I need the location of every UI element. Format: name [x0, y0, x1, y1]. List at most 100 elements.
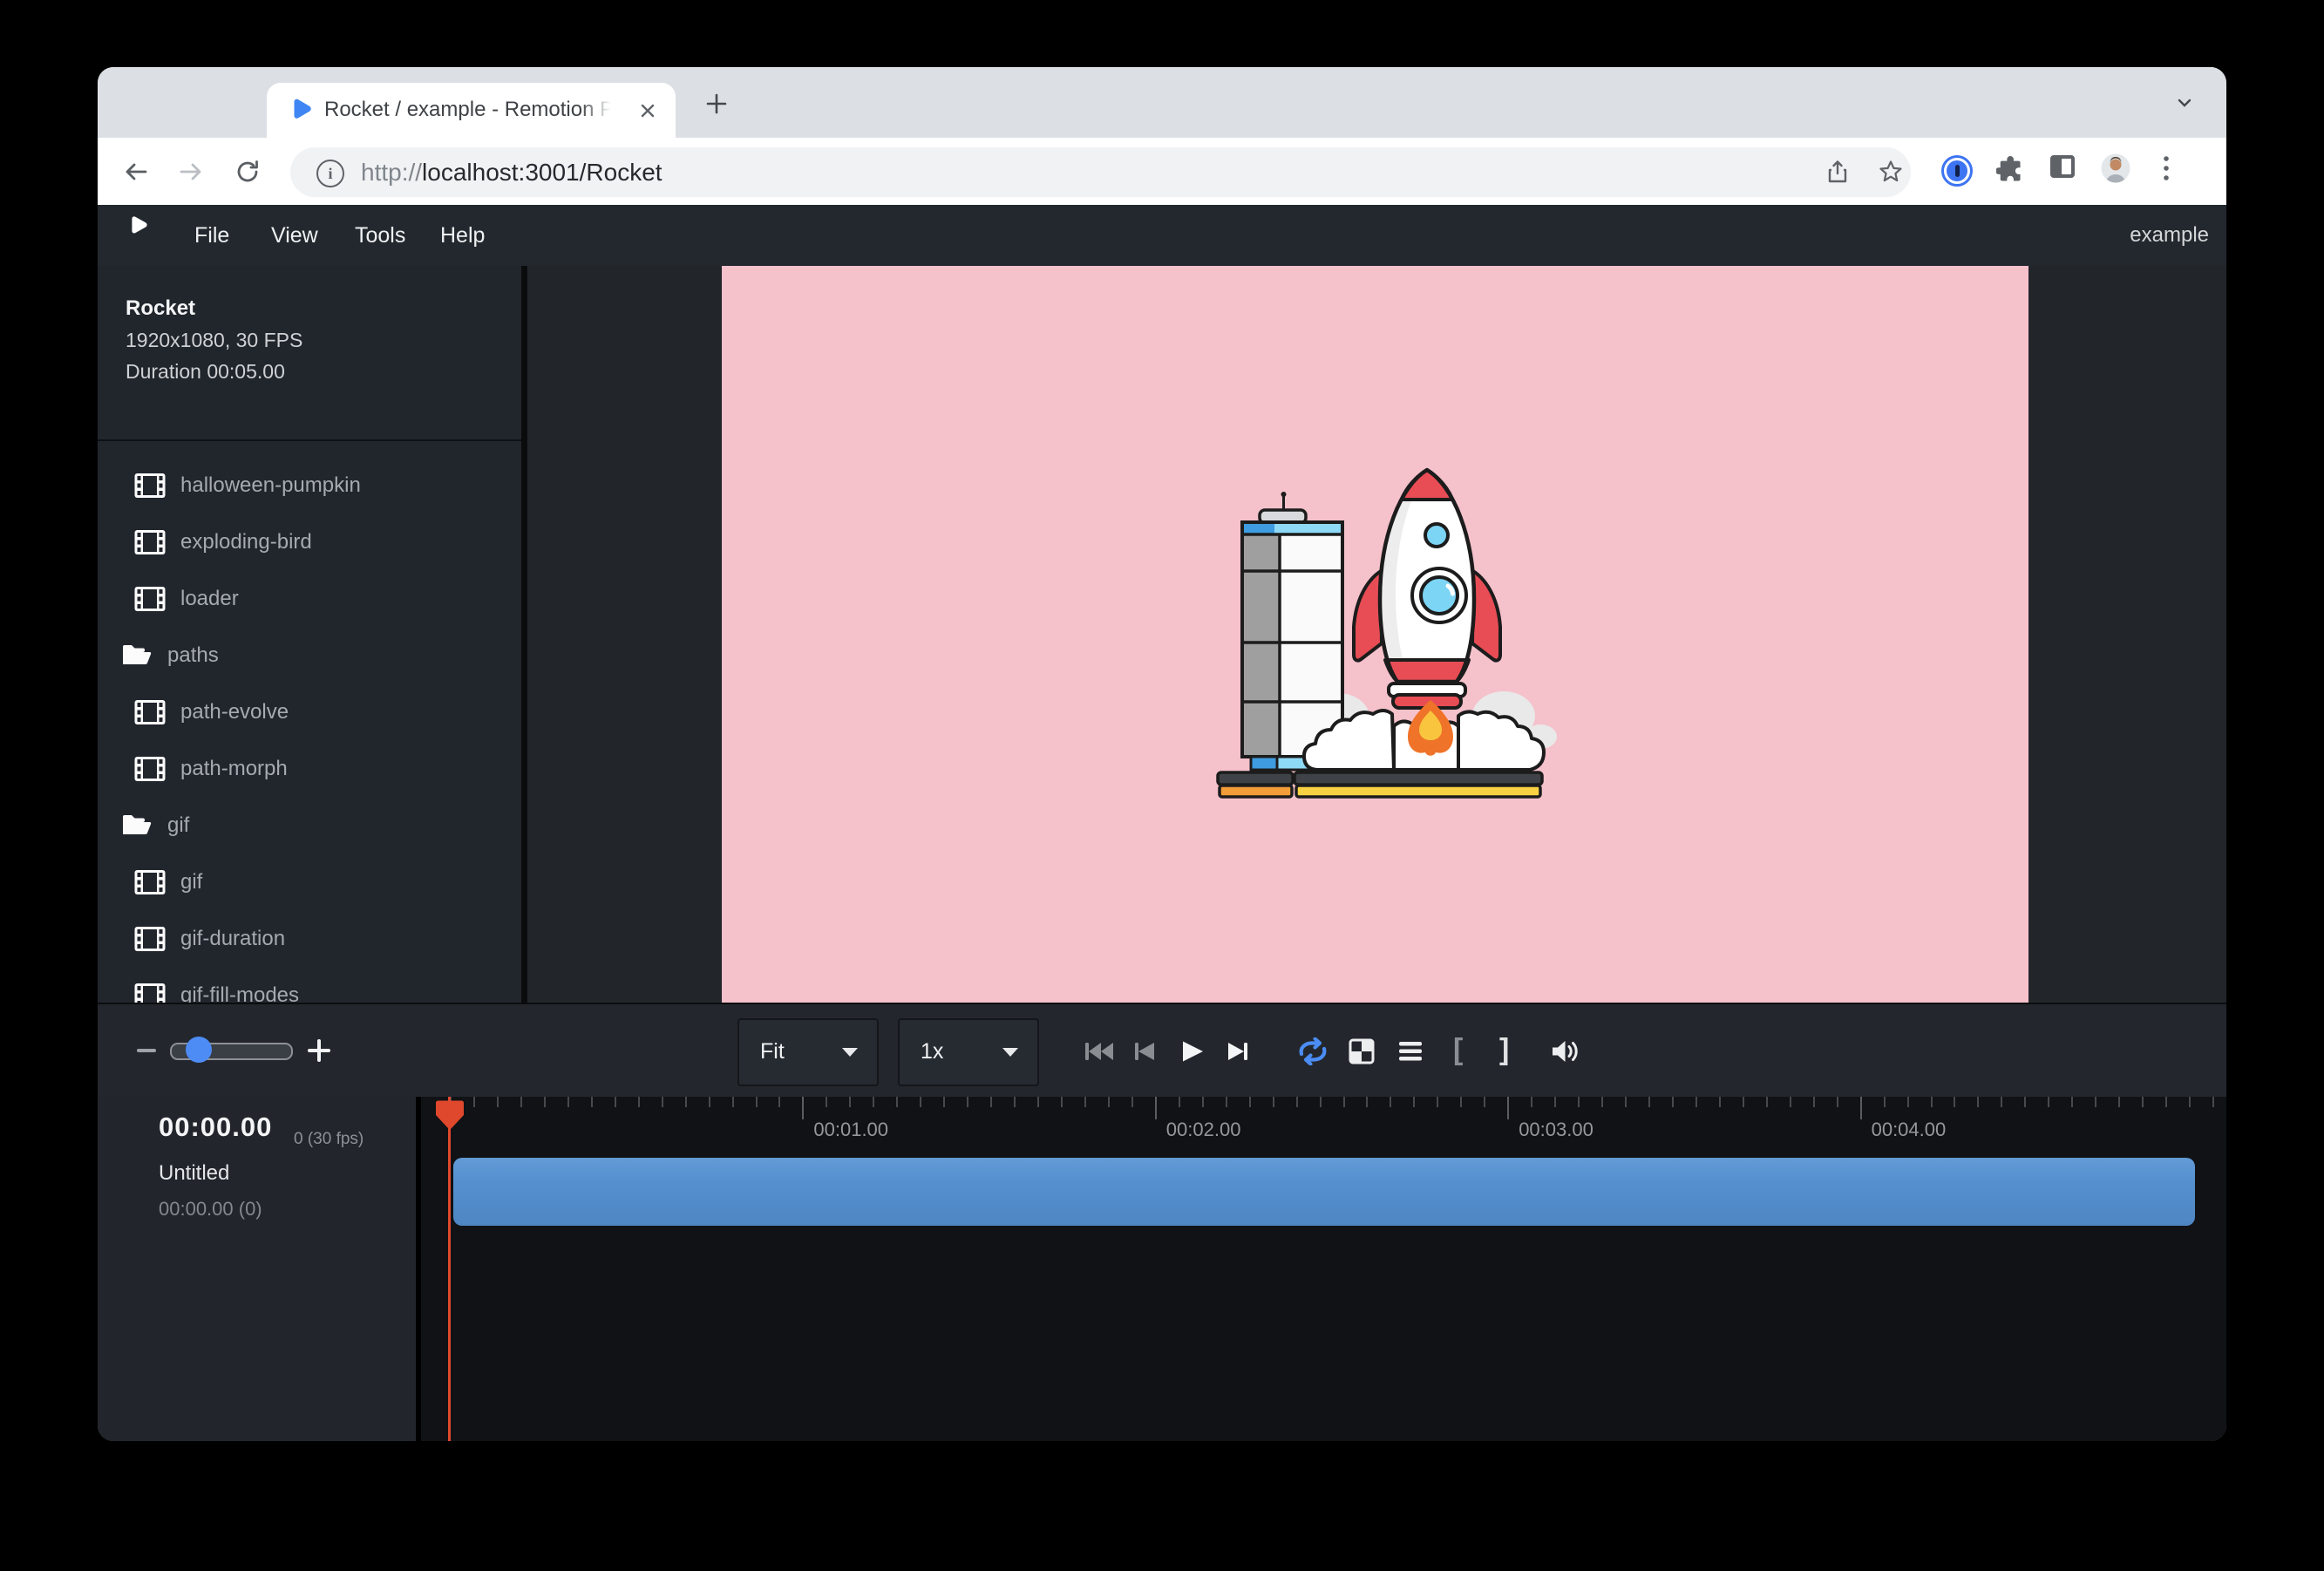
back-icon[interactable]: [123, 159, 149, 185]
remotion-favicon: [288, 97, 314, 123]
forward-icon[interactable]: [178, 159, 204, 185]
ruler-minor-tick: [826, 1097, 827, 1107]
ruler-minor-tick: [1766, 1097, 1768, 1107]
next-frame-icon[interactable]: [1227, 1039, 1249, 1064]
ruler-minor-tick: [990, 1097, 992, 1107]
zoom-slider-knob[interactable]: [186, 1037, 212, 1063]
address-bar[interactable]: i http://localhost:3001/Rocket: [290, 147, 1911, 197]
ruler-major-tick: [1507, 1097, 1509, 1119]
ruler-minor-tick: [2024, 1097, 2026, 1107]
sidebar-item-halloween-pumpkin[interactable]: halloween-pumpkin: [98, 457, 521, 513]
ruler-minor-tick: [1743, 1097, 1744, 1107]
film-icon: [133, 472, 166, 500]
ruler-minor-tick: [1695, 1097, 1697, 1107]
sidebar-item-gif-duration[interactable]: gif-duration: [98, 910, 521, 967]
extensions-puzzle-icon[interactable]: [1996, 155, 2024, 183]
menu-help[interactable]: Help: [428, 205, 497, 266]
onepassword-extension-icon[interactable]: [1941, 155, 1973, 187]
browser-menu-dots-icon[interactable]: [2162, 153, 2171, 183]
ruler-minor-tick: [2118, 1097, 2120, 1107]
reload-icon[interactable]: [234, 159, 261, 185]
skip-to-start-icon[interactable]: [1084, 1039, 1115, 1064]
sidebar-item-loader[interactable]: loader: [98, 570, 521, 627]
sidebar-item-path-morph[interactable]: path-morph: [98, 740, 521, 797]
ruler-minor-tick: [1037, 1097, 1039, 1107]
timeline-ruler[interactable]: 00:01.0000:02.0000:03.0000:04.00: [421, 1097, 2226, 1149]
timeline-tracks-area[interactable]: 00:01.0000:02.0000:03.0000:04.00: [421, 1097, 2226, 1441]
menu-view[interactable]: View: [259, 205, 330, 266]
speed-dropdown[interactable]: 1x: [898, 1018, 1039, 1086]
in-point-button[interactable]: [: [1453, 1004, 1463, 1098]
sidebar-item-gif[interactable]: gif: [98, 854, 521, 910]
film-icon: [133, 528, 166, 556]
tab-close-icon[interactable]: [638, 101, 657, 120]
loop-icon[interactable]: [1295, 1037, 1331, 1065]
ruler-minor-tick: [1672, 1097, 1674, 1107]
ruler-minor-tick: [1884, 1097, 1886, 1107]
ruler-minor-tick: [1484, 1097, 1485, 1107]
ruler-minor-tick: [778, 1097, 780, 1107]
ruler-minor-tick: [1437, 1097, 1438, 1107]
ruler-minor-tick: [615, 1097, 616, 1107]
composition-info: Rocket 1920x1080, 30 FPS Duration 00:05.…: [126, 292, 302, 387]
playhead-line[interactable]: [448, 1097, 451, 1441]
ruler-minor-tick: [2212, 1097, 2214, 1107]
sidebar-item-exploding-bird[interactable]: exploding-bird: [98, 513, 521, 570]
playback-toolbar: Fit 1x: [98, 1003, 2226, 1098]
render-lines-icon[interactable]: [1398, 1040, 1423, 1063]
ruler-minor-tick: [685, 1097, 687, 1107]
ruler-minor-tick: [1578, 1097, 1580, 1107]
new-tab-button[interactable]: [705, 92, 728, 115]
ruler-minor-tick: [1531, 1097, 1532, 1107]
transparency-checkerboard-icon[interactable]: [1349, 1038, 1375, 1064]
ruler-minor-tick: [544, 1097, 546, 1107]
zoom-out-button[interactable]: [137, 1049, 156, 1052]
ruler-minor-tick: [2048, 1097, 2049, 1107]
speed-dropdown-value: 1x: [921, 1020, 943, 1083]
preview-area: [527, 266, 2226, 1003]
url-host: localhost:3001/Rocket: [422, 159, 663, 186]
sidebar-divider: [98, 439, 521, 441]
video-canvas[interactable]: [722, 266, 2028, 1003]
ruler-minor-tick: [1790, 1097, 1791, 1107]
sidebar-item-path-evolve[interactable]: path-evolve: [98, 683, 521, 740]
sidebar-panel-icon[interactable]: [2050, 155, 2075, 178]
ruler-minor-tick: [849, 1097, 851, 1107]
film-icon: [133, 925, 166, 953]
tab-search-chevron-icon[interactable]: [2178, 99, 2191, 107]
ruler-minor-tick: [1813, 1097, 1815, 1107]
track-name: Untitled: [159, 1161, 229, 1186]
site-info-icon[interactable]: i: [316, 160, 344, 187]
playhead-marker[interactable]: [435, 1099, 465, 1131]
play-icon[interactable]: [1179, 1039, 1204, 1064]
sidebar-item-gif-fill-modes[interactable]: gif-fill-modes: [98, 967, 521, 1003]
share-icon[interactable]: [1825, 159, 1851, 185]
sidebar-item-gif[interactable]: gif: [98, 797, 521, 854]
project-name-label: example: [2130, 205, 2209, 266]
out-point-button[interactable]: ]: [1499, 1004, 1509, 1098]
tab-title: Rocket / example - Remotion P: [324, 98, 621, 122]
size-dropdown[interactable]: Fit: [737, 1018, 879, 1086]
timeline-track-bar[interactable]: [453, 1158, 2195, 1226]
ruler-label: 00:03.00: [1519, 1119, 1594, 1141]
ruler-minor-tick: [2165, 1097, 2167, 1107]
volume-icon[interactable]: [1550, 1038, 1581, 1064]
sidebar-item-label: gif-fill-modes: [180, 983, 299, 1003]
ruler-minor-tick: [1131, 1097, 1133, 1107]
bookmark-star-icon[interactable]: [1878, 159, 1904, 185]
browser-tab[interactable]: Rocket / example - Remotion P: [267, 83, 676, 138]
ruler-major-tick: [1155, 1097, 1157, 1119]
sidebar-item-label: path-morph: [180, 757, 288, 781]
ruler-minor-tick: [1320, 1097, 1322, 1107]
avatar[interactable]: [2101, 153, 2130, 183]
film-icon: [133, 755, 166, 783]
rocket-illustration: [1207, 440, 1573, 806]
current-time: 00:00.00: [159, 1112, 272, 1143]
ruler-minor-tick: [709, 1097, 710, 1107]
previous-frame-icon[interactable]: [1133, 1039, 1156, 1064]
ruler-minor-tick: [920, 1097, 921, 1107]
menu-tools[interactable]: Tools: [343, 205, 418, 266]
remotion-logo-icon[interactable]: [127, 214, 150, 237]
menu-file[interactable]: File: [182, 205, 241, 266]
sidebar-item-paths[interactable]: paths: [98, 627, 521, 683]
